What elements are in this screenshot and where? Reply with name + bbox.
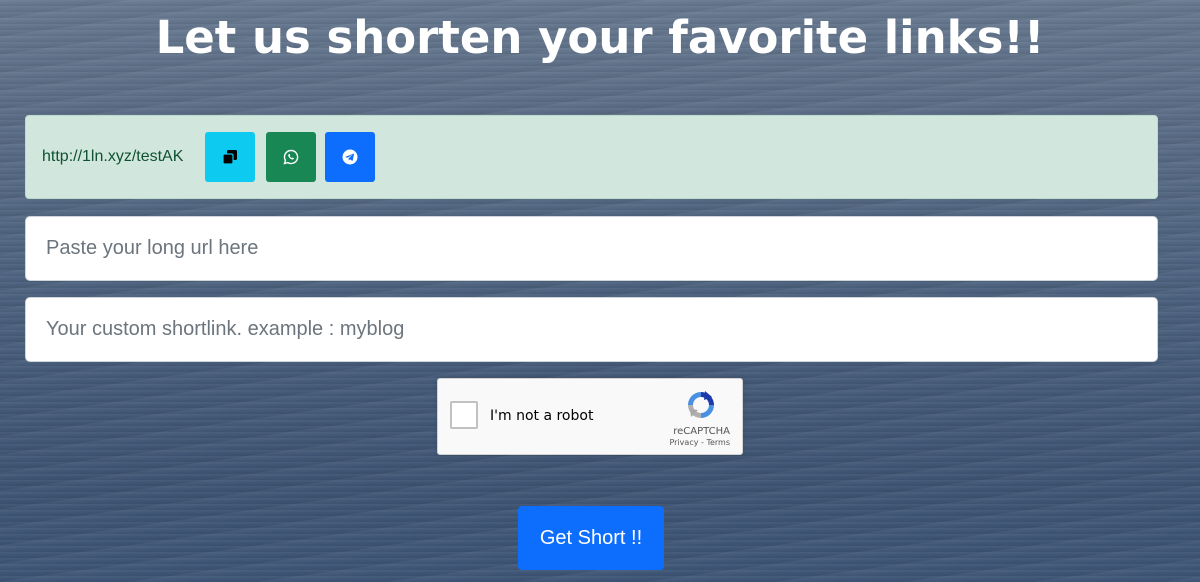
- telegram-icon: [342, 149, 358, 165]
- recaptcha-logo-icon: [688, 391, 714, 418]
- copy-icon: [222, 150, 237, 165]
- custom-shortlink-input[interactable]: [25, 297, 1158, 362]
- recaptcha-checkbox[interactable]: [450, 401, 478, 429]
- share-telegram-button[interactable]: [325, 132, 375, 182]
- short-url-text: http://1ln.xyz/testAK: [42, 148, 184, 165]
- long-url-input[interactable]: [25, 216, 1158, 281]
- recaptcha-privacy-link[interactable]: Privacy: [669, 438, 698, 447]
- recaptcha-brand: reCAPTCHA: [673, 426, 730, 437]
- share-whatsapp-button[interactable]: [266, 132, 316, 182]
- copy-button[interactable]: [205, 132, 255, 182]
- page-title: Let us shorten your favorite links!!: [155, 11, 1045, 64]
- get-short-button[interactable]: Get Short !!: [518, 506, 664, 570]
- whatsapp-icon: [283, 149, 299, 165]
- recaptcha-terms-link[interactable]: Terms: [706, 438, 730, 447]
- recaptcha-links: Privacy - Terms: [669, 438, 730, 448]
- short-link-result: http://1ln.xyz/testAK: [25, 115, 1158, 199]
- recaptcha-label: I'm not a robot: [490, 408, 594, 424]
- recaptcha-widget: I'm not a robot reCAPTCHA Privacy - Term…: [437, 378, 743, 455]
